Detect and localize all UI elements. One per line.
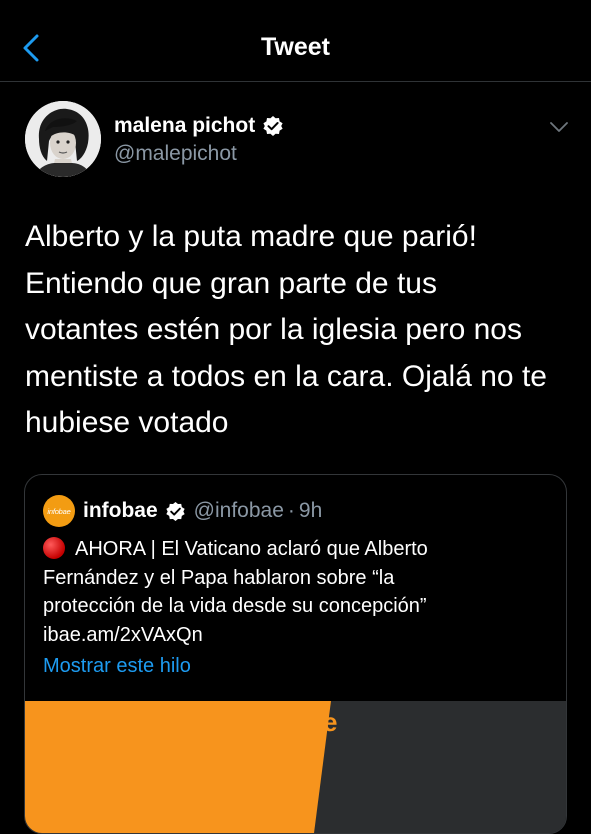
show-thread-link[interactable]: Mostrar este hilo xyxy=(43,655,191,678)
quoted-tweet-text: AHORA | El Vaticano aclaró que Alberto F… xyxy=(43,535,543,649)
media-letter: e xyxy=(323,707,337,737)
quoted-media-image[interactable]: e xyxy=(25,701,566,833)
quoted-tweet-card[interactable]: infobae infobae @infobae · 9h AHORA | El… xyxy=(24,474,567,834)
author-name[interactable]: malena pichot xyxy=(114,114,284,138)
quoted-link[interactable]: ibae.am/2xVAxQn xyxy=(43,621,543,650)
infobae-logo: infobae xyxy=(43,495,75,527)
tweet-text: Alberto y la puta madre que parió! Entie… xyxy=(25,214,575,447)
quoted-author-name: infobae xyxy=(83,499,158,522)
quoted-tweet-header: infobae infobae @infobae · 9h xyxy=(43,495,322,527)
quoted-time: 9h xyxy=(298,499,323,522)
quoted-text-line: AHORA | El Vaticano aclaró que Alberto xyxy=(75,538,428,560)
page-title: Tweet xyxy=(261,33,330,61)
author-name-text: malena pichot xyxy=(114,114,256,137)
tweet-menu-button[interactable] xyxy=(545,115,573,139)
quoted-author-handle: @infobae xyxy=(193,499,284,522)
quoted-text-line: Fernández y el Papa hablaron sobre “la xyxy=(43,566,395,589)
top-bar: Tweet xyxy=(0,0,591,82)
verified-badge-icon xyxy=(166,501,185,521)
chevron-down-icon xyxy=(550,122,568,132)
red-circle-icon xyxy=(43,537,65,559)
tweet-text-line: mentiste a todos en la cara. Ojalá no te xyxy=(25,359,547,393)
author-handle[interactable]: @malepichot xyxy=(114,142,237,166)
quoted-text-line: protección de la vida desde su concepció… xyxy=(43,595,427,617)
verified-badge-icon xyxy=(263,116,283,136)
avatar[interactable] xyxy=(25,101,101,177)
tweet-text-line: votantes estén por la iglesia pero nos xyxy=(25,313,522,346)
tweet-text-line: hubiese votado xyxy=(25,406,229,439)
meta-separator: · xyxy=(287,499,295,522)
tweet-text-line: Entiendo que gran parte de tus xyxy=(25,266,437,300)
tweet-text-line: Alberto y la puta madre que parió! xyxy=(25,220,477,253)
